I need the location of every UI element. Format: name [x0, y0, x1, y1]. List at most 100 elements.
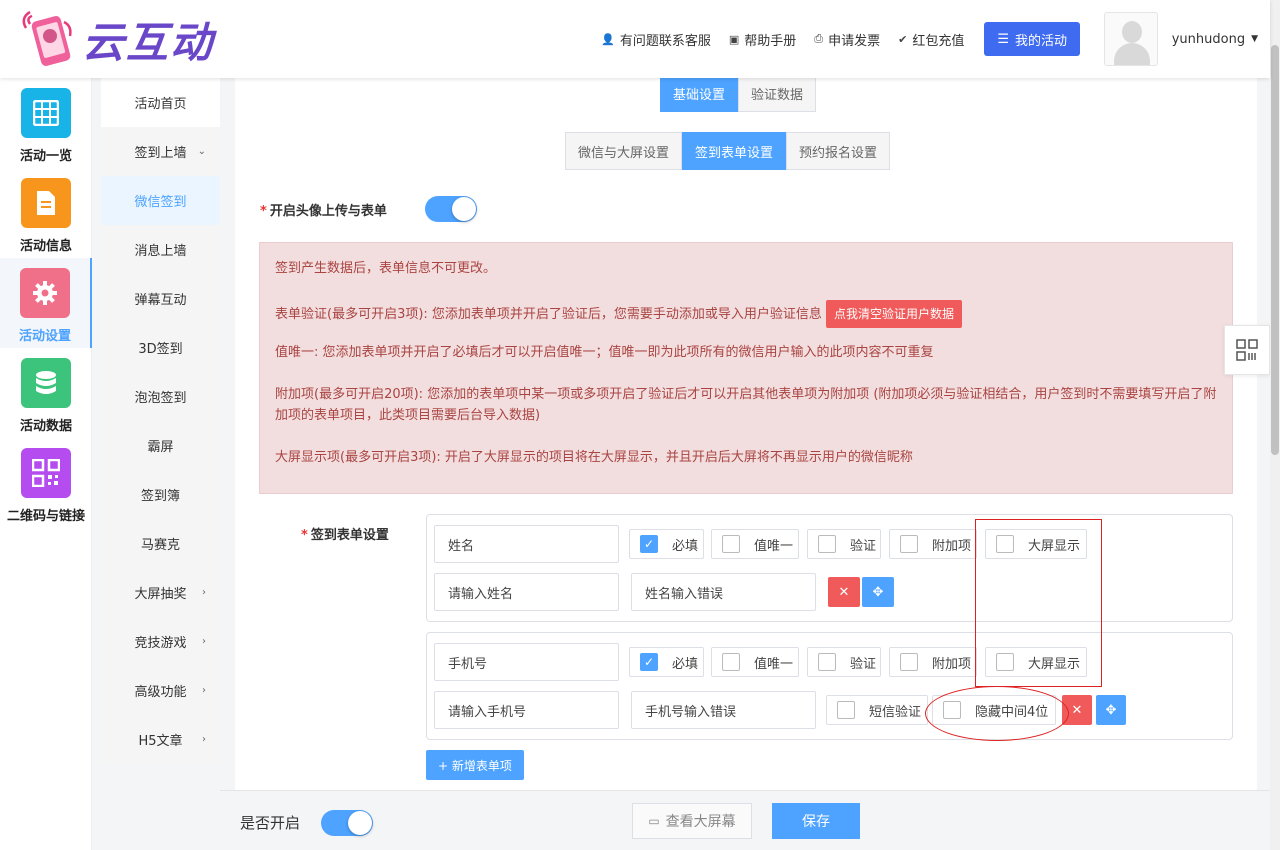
display-checkbox[interactable]: 大屏显示: [985, 647, 1087, 677]
qrcode-icon: [1236, 339, 1258, 361]
tab-reservation[interactable]: 预约报名设置: [786, 132, 891, 170]
option-label: 大屏显示: [1028, 656, 1081, 672]
option-label: 验证: [850, 538, 877, 554]
placeholder-input[interactable]: 请输入姓名: [434, 573, 619, 611]
unique-checkbox[interactable]: 值唯一: [711, 647, 799, 677]
subnav-group-advanced[interactable]: 高级功能 ›: [101, 666, 220, 715]
subnav-item-message-wall[interactable]: 消息上墙: [101, 225, 220, 274]
item-name-input[interactable]: 姓名: [434, 525, 619, 563]
sidebar-item-overview[interactable]: 活动一览: [0, 78, 92, 168]
sidebar-item-settings[interactable]: 活动设置: [0, 258, 92, 348]
qrcode-icon: [21, 448, 71, 498]
page-scrollbar[interactable]: [1270, 0, 1280, 850]
close-icon: ✕: [1071, 702, 1083, 718]
tab-checkin-form[interactable]: 签到表单设置: [682, 132, 787, 170]
avatar-upload-text: 开启头像上传与表单: [269, 204, 387, 219]
required-checkbox[interactable]: ✓ 必填: [629, 647, 704, 677]
username: yunhudong: [1171, 31, 1246, 47]
main-content: 基础设置 验证数据 微信与大屏设置 签到表单设置 预约报名设置 * 开启头像上传与…: [235, 74, 1257, 790]
add-form-item-button[interactable]: + 新增表单项: [426, 750, 524, 780]
check-icon: ✓: [640, 653, 658, 671]
unique-checkbox[interactable]: 值唯一: [711, 529, 799, 559]
drag-item-button[interactable]: ✥: [862, 577, 894, 607]
sidebar-item-data[interactable]: 活动数据: [0, 348, 92, 438]
save-button[interactable]: 保存: [772, 803, 860, 839]
floating-qrcode-button[interactable]: [1224, 325, 1270, 375]
verify-checkbox[interactable]: 验证: [807, 647, 881, 677]
option-label: 值唯一: [754, 538, 794, 554]
chevron-right-icon: ›: [202, 636, 206, 647]
subnav-item-danmu[interactable]: 弹幕互动: [101, 274, 220, 323]
subnav-label: 竞技游戏: [134, 636, 187, 651]
notice-line: 大屏显示项(最多可开启3项): 开启了大屏显示的项目将在大屏显示，并且开启后大屏…: [275, 450, 913, 465]
support-link[interactable]: 👤 有问题联系客服: [601, 30, 711, 49]
subnav-group-checkin[interactable]: 签到上墙 ⌄: [101, 127, 220, 176]
sidebar-item-qrcode[interactable]: 二维码与链接: [0, 438, 92, 528]
hide-middle-digits-checkbox[interactable]: 隐藏中间4位: [932, 695, 1056, 725]
my-activity-label: 我的活动: [1014, 33, 1067, 49]
subnav-item-wechat-checkin[interactable]: 微信签到: [101, 176, 220, 225]
enable-label: 是否开启: [240, 814, 301, 832]
subnav-item-bubble-checkin[interactable]: 泡泡签到: [101, 372, 220, 421]
sidebar-item-info[interactable]: 活动信息: [0, 168, 92, 258]
recharge-link[interactable]: ✔ 红包充值: [898, 30, 964, 49]
subnav-group-h5[interactable]: H5文章 ›: [101, 715, 220, 764]
option-label: 必填: [672, 656, 699, 672]
top-nav: 👤 有问题联系客服 ▣ 帮助手册 ⎙ 申请发票 ✔ 红包充值 ☰ 我的活动: [583, 22, 1080, 56]
phone-logo-icon: [20, 10, 78, 68]
drag-item-button[interactable]: ✥: [1096, 695, 1126, 725]
manual-label: 帮助手册: [744, 33, 797, 49]
subnav-label: 马赛克: [140, 538, 180, 553]
required-checkbox[interactable]: ✓ 必填: [629, 529, 704, 559]
subnav-item-3d-checkin[interactable]: 3D签到: [101, 323, 220, 372]
check-icon: ✓: [640, 535, 658, 553]
option-label: 短信验证: [869, 704, 922, 720]
delete-item-button[interactable]: ✕: [828, 577, 860, 607]
avatar-upload-toggle[interactable]: [425, 196, 477, 222]
user-menu[interactable]: yunhudong ▼: [1103, 12, 1258, 66]
view-screen-label: 查看大屏幕: [665, 814, 736, 830]
enable-toggle[interactable]: [321, 810, 373, 836]
subnav-label: 微信签到: [134, 195, 187, 210]
my-activity-button[interactable]: ☰ 我的活动: [984, 22, 1080, 56]
manual-link[interactable]: ▣ 帮助手册: [729, 30, 796, 49]
book-icon: ▣: [728, 32, 740, 46]
verify-checkbox[interactable]: 验证: [807, 529, 881, 559]
subnav-item-signbook[interactable]: 签到簿: [101, 470, 220, 519]
chevron-down-icon: ⌄: [197, 146, 206, 157]
placeholder-input[interactable]: 请输入手机号: [434, 691, 619, 729]
avatar-upload-label: * 开启头像上传与表单: [260, 204, 387, 219]
option-label: 附加项: [932, 656, 972, 672]
subnav-item-bapin[interactable]: 霸屏: [101, 421, 220, 470]
clear-verify-data-button[interactable]: 点我清空验证用户数据: [825, 300, 962, 328]
tab-basic-settings[interactable]: 基础设置: [660, 74, 739, 112]
error-message-input[interactable]: 姓名输入错误: [631, 573, 816, 611]
extra-checkbox[interactable]: 附加项: [889, 529, 977, 559]
invoice-link[interactable]: ⎙ 申请发票: [814, 30, 880, 49]
display-checkbox[interactable]: 大屏显示: [985, 529, 1087, 559]
item-name-input[interactable]: 手机号: [434, 643, 619, 681]
extra-checkbox[interactable]: 附加项: [889, 647, 977, 677]
close-icon: ✕: [838, 584, 850, 600]
error-message-input[interactable]: 手机号输入错误: [631, 691, 816, 729]
top-header: 云互动 👤 有问题联系客服 ▣ 帮助手册 ⎙ 申请发票 ✔ 红包充值 ☰ 我的活动 yun…: [0, 0, 1270, 78]
avatar: [1103, 12, 1158, 66]
chevron-right-icon: ›: [202, 587, 206, 598]
tab-wechat-screen[interactable]: 微信与大屏设置: [565, 132, 683, 170]
logo[interactable]: 云互动: [20, 10, 214, 68]
delete-item-button[interactable]: ✕: [1062, 695, 1092, 725]
subnav-item-mosaic[interactable]: 马赛克: [101, 519, 220, 568]
icon-sidebar: 活动一览 活动信息 活动设置 活动数据 二维码与链接: [0, 78, 92, 850]
notice-line: 值唯一: 您添加表单项并开启了必填后才可以开启值唯一；值唯一即为此项所有的微信用…: [275, 345, 934, 360]
scrollbar-thumb[interactable]: [1271, 45, 1279, 455]
subnav-label: 弹幕互动: [134, 293, 187, 308]
subnav-group-games[interactable]: 竞技游戏 ›: [101, 617, 220, 666]
notice-line-text: 表单验证(最多可开启3项): 您添加表单项并开启了验证后，您需要手动添加或导入用…: [275, 307, 822, 322]
tab-verify-data[interactable]: 验证数据: [738, 74, 817, 112]
sms-verify-checkbox[interactable]: 短信验证: [826, 695, 928, 725]
view-screen-button[interactable]: ▭ 查看大屏幕: [632, 803, 752, 839]
form-settings-label: * 签到表单设置: [301, 528, 389, 543]
list-icon: ☰: [997, 31, 1009, 47]
subnav-item-home[interactable]: 活动首页: [101, 78, 220, 127]
subnav-group-lottery[interactable]: 大屏抽奖 ›: [101, 568, 220, 617]
